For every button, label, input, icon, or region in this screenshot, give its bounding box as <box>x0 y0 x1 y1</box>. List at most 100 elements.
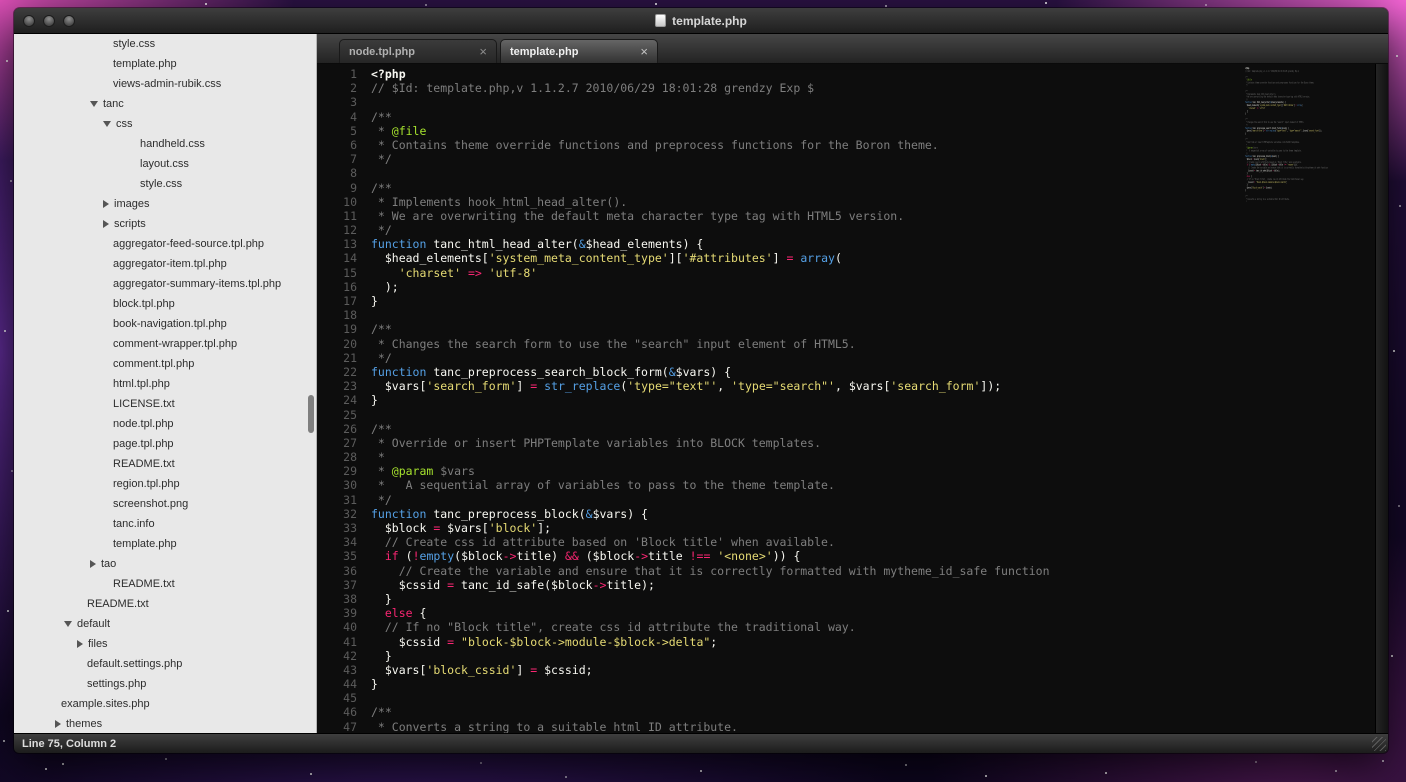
tree-file-comment-wrapper.tpl.php[interactable]: comment-wrapper.tpl.php <box>14 334 316 354</box>
editor-scrollbar[interactable] <box>1375 64 1388 733</box>
title-bar[interactable]: template.php <box>14 8 1388 34</box>
code-line: 2// $Id: template.php,v 1.1.2.7 2010/06/… <box>323 81 1245 95</box>
tree-folder-themes[interactable]: themes <box>14 714 316 733</box>
code-line: 13function tanc_html_head_alter(&$head_e… <box>323 237 1245 251</box>
title-area: template.php <box>14 8 1388 33</box>
tree-file-aggregator-feed-source.tpl.php[interactable]: aggregator-feed-source.tpl.php <box>14 234 316 254</box>
chevron-down-icon[interactable] <box>64 621 72 627</box>
tab-template.php[interactable]: template.php× <box>500 39 658 63</box>
status-bar: Line 75, Column 2 <box>14 733 1388 753</box>
chevron-right-icon[interactable] <box>55 720 61 728</box>
code-line: 25 <box>323 408 1245 422</box>
code-line: 23 $vars['search_form'] = str_replace('t… <box>323 379 1245 393</box>
tree-item-label: default <box>77 614 110 634</box>
line-number: 39 <box>323 606 357 620</box>
tree-item-label: comment-wrapper.tpl.php <box>113 334 237 354</box>
sidebar-file-tree: style.csstemplate.phpviews-admin-rubik.c… <box>14 34 317 733</box>
tree-file-template.php[interactable]: template.php <box>14 534 316 554</box>
tree-file-example.sites.php[interactable]: example.sites.php <box>14 694 316 714</box>
tree-file-default.settings.php[interactable]: default.settings.php <box>14 654 316 674</box>
tree-item-label: style.css <box>140 174 182 194</box>
tree-file-aggregator-item.tpl.php[interactable]: aggregator-item.tpl.php <box>14 254 316 274</box>
tree-item-label: handheld.css <box>140 134 205 154</box>
tree-file-node.tpl.php[interactable]: node.tpl.php <box>14 414 316 434</box>
tree-file-comment.tpl.php[interactable]: comment.tpl.php <box>14 354 316 374</box>
tree-item-label: style.css <box>113 34 155 54</box>
minimize-window-button[interactable] <box>43 15 55 27</box>
tree-item-label: aggregator-summary-items.tpl.php <box>113 274 281 294</box>
code-line: 42 } <box>323 649 1245 663</box>
tree-item-label: template.php <box>113 54 177 74</box>
tree-folder-tao[interactable]: tao <box>14 554 316 574</box>
code-line: 28 * <box>323 450 1245 464</box>
chevron-down-icon[interactable] <box>103 121 111 127</box>
code-line: 41 $cssid = "block-$block->module-$block… <box>323 635 1245 649</box>
line-number: 8 <box>323 166 357 180</box>
code-line: 19/** <box>323 322 1245 336</box>
tree-item-label: block.tpl.php <box>113 294 175 314</box>
chevron-right-icon[interactable] <box>103 200 109 208</box>
tree-file-aggregator-summary-items.tpl.php[interactable]: aggregator-summary-items.tpl.php <box>14 274 316 294</box>
tree-file-region.tpl.php[interactable]: region.tpl.php <box>14 474 316 494</box>
tree-file-layout.css[interactable]: layout.css <box>14 154 316 174</box>
tree-item-label: aggregator-item.tpl.php <box>113 254 227 274</box>
chevron-right-icon[interactable] <box>90 560 96 568</box>
tree-folder-images[interactable]: images <box>14 194 316 214</box>
line-number: 42 <box>323 649 357 663</box>
tree-item-label: tao <box>101 554 116 574</box>
code-line: 47 * Converts a string to a suitable htm… <box>323 720 1245 733</box>
code-line: 37 $cssid = tanc_id_safe($block->title); <box>323 578 1245 592</box>
tree-file-page.tpl.php[interactable]: page.tpl.php <box>14 434 316 454</box>
code-line: 14 $head_elements['system_meta_content_t… <box>323 251 1245 265</box>
tree-folder-tanc[interactable]: tanc <box>14 94 316 114</box>
code-line: 30 * A sequential array of variables to … <box>323 478 1245 492</box>
tree-file-book-navigation.tpl.php[interactable]: book-navigation.tpl.php <box>14 314 316 334</box>
tree-file-views-admin-rubik.css[interactable]: views-admin-rubik.css <box>14 74 316 94</box>
minimap[interactable]: <?php// $Id: template.php,v 1.1.2.7 2010… <box>1245 64 1375 733</box>
chevron-right-icon[interactable] <box>77 640 83 648</box>
line-number: 45 <box>323 691 357 705</box>
tree-file-html.tpl.php[interactable]: html.tpl.php <box>14 374 316 394</box>
tree-file-template.php[interactable]: template.php <box>14 54 316 74</box>
tree-item-label: book-navigation.tpl.php <box>113 314 227 334</box>
line-number: 36 <box>323 564 357 578</box>
tab-node.tpl.php[interactable]: node.tpl.php× <box>339 39 497 63</box>
code-line: 46/** <box>323 705 1245 719</box>
resize-grip[interactable] <box>1372 737 1386 751</box>
chevron-down-icon[interactable] <box>90 101 98 107</box>
desktop-background: template.php style.csstemplate.phpviews-… <box>0 0 1406 782</box>
tree-folder-css[interactable]: css <box>14 114 316 134</box>
code-line: 38 } <box>323 592 1245 606</box>
tree-folder-files[interactable]: files <box>14 634 316 654</box>
code-line: 34 // Create css id attribute based on '… <box>323 535 1245 549</box>
tree-file-LICENSE.txt[interactable]: LICENSE.txt <box>14 394 316 414</box>
tree-file-style.css[interactable]: style.css <box>14 34 316 54</box>
tree-file-tanc.info[interactable]: tanc.info <box>14 514 316 534</box>
code-editor[interactable]: 1<?php2// $Id: template.php,v 1.1.2.7 20… <box>317 64 1245 733</box>
window-title: template.php <box>672 14 747 28</box>
chevron-right-icon[interactable] <box>103 220 109 228</box>
tree-file-handheld.css[interactable]: handheld.css <box>14 134 316 154</box>
tree-file-README.txt[interactable]: README.txt <box>14 574 316 594</box>
code-line: 27 * Override or insert PHPTemplate vari… <box>323 436 1245 450</box>
line-number: 43 <box>323 663 357 677</box>
tree-file-settings.php[interactable]: settings.php <box>14 674 316 694</box>
zoom-window-button[interactable] <box>63 15 75 27</box>
tree-file-README.txt[interactable]: README.txt <box>14 594 316 614</box>
tree-folder-default[interactable]: default <box>14 614 316 634</box>
tree-item-label: node.tpl.php <box>113 414 174 434</box>
tree-file-screenshot.png[interactable]: screenshot.png <box>14 494 316 514</box>
code-line: 26/** <box>323 422 1245 436</box>
sidebar-scrollbar-thumb[interactable] <box>308 395 314 433</box>
tree-file-block.tpl.php[interactable]: block.tpl.php <box>14 294 316 314</box>
tree-folder-scripts[interactable]: scripts <box>14 214 316 234</box>
tab-close-icon[interactable]: × <box>479 45 487 58</box>
close-window-button[interactable] <box>23 15 35 27</box>
line-number: 47 <box>323 720 357 733</box>
tab-close-icon[interactable]: × <box>640 45 648 58</box>
tree-file-README.txt[interactable]: README.txt <box>14 454 316 474</box>
code-line: 15 'charset' => 'utf-8' <box>323 266 1245 280</box>
line-number: 1 <box>323 67 357 81</box>
line-number: 24 <box>323 393 357 407</box>
tree-file-style.css[interactable]: style.css <box>14 174 316 194</box>
